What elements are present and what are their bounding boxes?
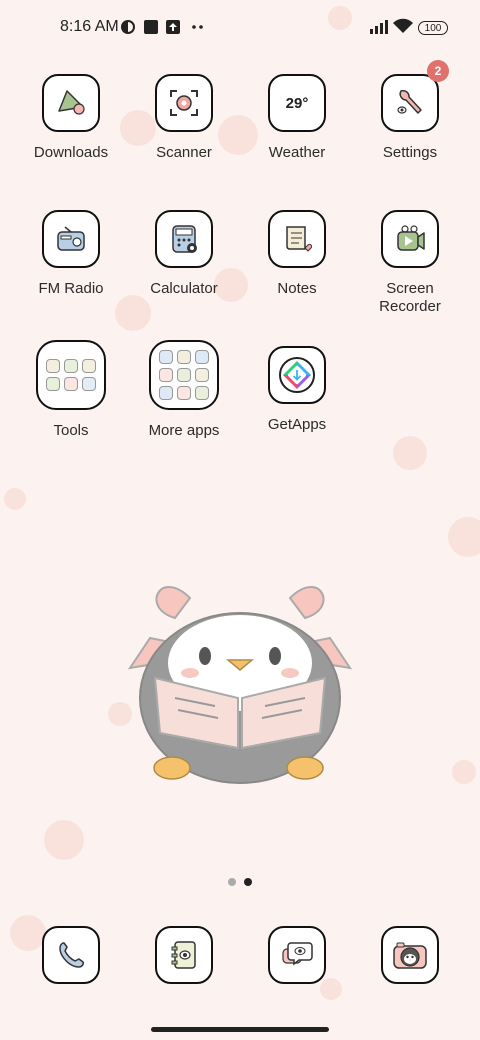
weather-temperature: 29° [285, 94, 309, 112]
background-dot [452, 760, 476, 784]
phone-icon [42, 926, 100, 984]
getapps-icon [268, 346, 326, 404]
camera-icon [381, 926, 439, 984]
app-label: Calculator [150, 280, 218, 297]
weather-icon: 29° [268, 74, 326, 132]
screen-recorder-icon [381, 210, 439, 268]
folder-tools[interactable]: Tools [16, 340, 126, 440]
dock-messages[interactable] [267, 926, 327, 986]
clock: 8:16 AM [60, 18, 119, 35]
notification-square-icon [144, 20, 158, 34]
upload-icon [166, 20, 180, 34]
settings-icon: 2 [381, 60, 449, 132]
app-label: Downloads [33, 144, 109, 161]
app-label: FM Radio [38, 280, 104, 297]
app-label: Settings [382, 144, 438, 161]
downloads-icon [42, 74, 100, 132]
home-gesture-bar[interactable] [151, 1027, 329, 1032]
app-getapps[interactable]: GetApps [242, 346, 352, 434]
wifi-icon [393, 18, 413, 33]
page-indicator-dot-1[interactable] [228, 878, 236, 886]
data-saver-icon [121, 20, 135, 34]
app-calculator[interactable]: Calculator [129, 210, 239, 298]
app-downloads[interactable]: Downloads [16, 74, 126, 162]
folder-more-apps[interactable]: More apps [129, 340, 239, 440]
background-dot [44, 820, 84, 860]
notification-badge: 2 [427, 60, 449, 82]
app-label: More apps [148, 422, 220, 439]
background-dot [393, 436, 427, 470]
status-bar: 8:16 AM 100 [0, 0, 480, 56]
app-label: Weather [268, 144, 326, 161]
app-weather[interactable]: 29° Weather [242, 74, 352, 162]
app-label: GetApps [267, 416, 327, 433]
app-scanner[interactable]: Scanner [129, 74, 239, 162]
penguin-wallpaper-image [127, 586, 353, 784]
page-indicator-dot-2-active[interactable] [244, 878, 252, 886]
more-dots-icon [192, 25, 203, 29]
folder-icon [36, 340, 106, 410]
folder-icon [149, 340, 219, 410]
app-label: Screen Recorder [379, 280, 441, 315]
dock-camera[interactable] [380, 926, 440, 986]
app-label: Tools [53, 422, 89, 439]
background-dot [115, 295, 151, 331]
radio-icon [42, 210, 100, 268]
dock-contacts[interactable] [154, 926, 214, 986]
scanner-icon [155, 74, 213, 132]
app-label: Notes [277, 280, 317, 297]
calculator-icon [155, 210, 213, 268]
background-dot [4, 488, 26, 510]
background-dot [448, 517, 480, 557]
contacts-icon [155, 926, 213, 984]
messages-icon [268, 926, 326, 984]
app-fm-radio[interactable]: FM Radio [16, 210, 126, 298]
battery-level: 100 [424, 23, 442, 34]
dock-phone[interactable] [41, 926, 101, 986]
battery-icon: 100 [418, 21, 448, 35]
app-notes[interactable]: Notes [242, 210, 352, 298]
notes-icon [268, 210, 326, 268]
app-settings[interactable]: 2 Settings [355, 60, 465, 162]
app-screen-recorder[interactable]: Screen Recorder [355, 210, 465, 316]
signal-icon [370, 20, 388, 34]
app-label: Scanner [156, 144, 212, 161]
